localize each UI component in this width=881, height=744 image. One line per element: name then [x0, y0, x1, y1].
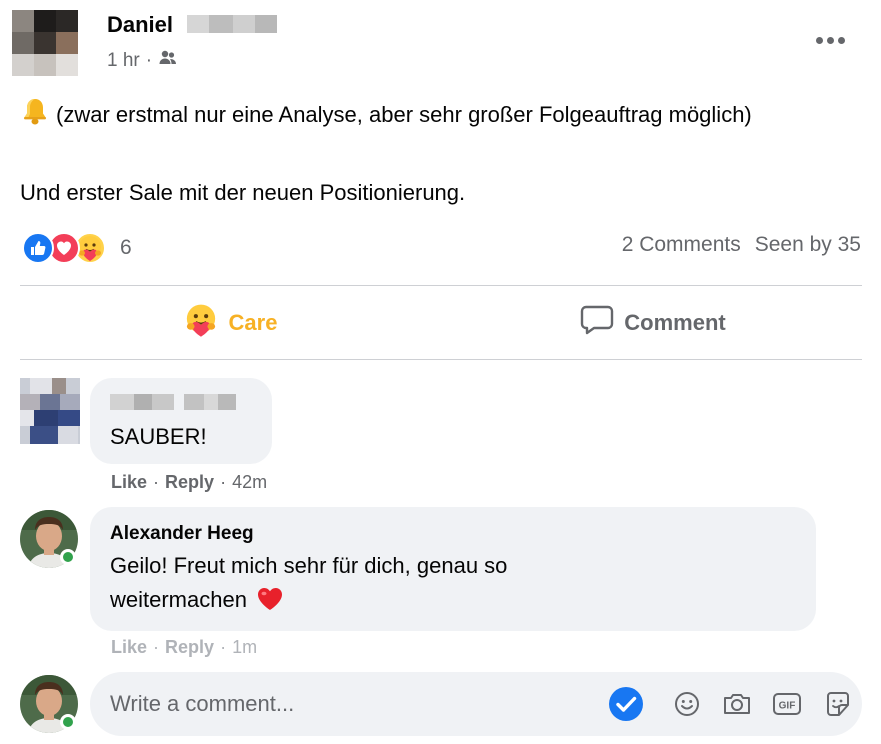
more-options-dot — [826, 36, 834, 44]
care-button[interactable]: Care — [20, 295, 440, 351]
post-text-line2: Und erster Sale mit der neuen Positionie… — [20, 180, 466, 205]
post-text-line1: (zwar erstmal nur eine Analyse, aber seh… — [56, 102, 752, 127]
comment-button[interactable]: Comment — [444, 295, 862, 351]
comment-text: Geilo! Freut mich sehr für dich, genau s… — [110, 549, 650, 621]
post-text: (zwar erstmal nur eine Analyse, aber seh… — [20, 96, 860, 136]
comment-actions: Like · Reply · 42m — [111, 472, 267, 493]
more-options-button[interactable] — [808, 26, 852, 54]
separator: · — [220, 472, 227, 492]
comment-like-button[interactable]: Like — [111, 472, 147, 493]
comment-time[interactable]: 42m — [232, 472, 267, 493]
gif-icon[interactable]: GIF — [772, 691, 802, 717]
author-avatar[interactable] — [12, 10, 78, 76]
emoji-icon[interactable] — [674, 691, 700, 717]
comment-text-content: Geilo! Freut mich sehr für dich, genau s… — [110, 553, 508, 612]
more-options-icon — [815, 36, 823, 44]
comment-author[interactable]: Alexander Heeg — [110, 523, 254, 545]
comment-reply-button[interactable]: Reply — [165, 472, 214, 493]
comment-input[interactable] — [110, 691, 580, 717]
comment-text: SAUBER! — [110, 424, 207, 449]
comment-bubble: Alexander Heeg Geilo! Freut mich sehr fü… — [90, 507, 816, 631]
checkmark-icon[interactable] — [608, 686, 644, 722]
friends-icon[interactable] — [158, 48, 178, 74]
post-author-name[interactable]: Daniel — [107, 12, 278, 39]
meta-separator: · — [145, 50, 153, 71]
care-label: Care — [228, 310, 278, 335]
gif-label: GIF — [779, 701, 796, 712]
more-options-dot — [837, 36, 845, 44]
red-heart-icon — [257, 587, 283, 621]
online-status-dot — [60, 549, 76, 565]
post-meta: 1 hr · — [107, 48, 178, 74]
online-status-dot — [60, 714, 76, 730]
divider-top — [20, 285, 862, 286]
camera-icon[interactable] — [722, 691, 752, 717]
divider-bottom — [20, 359, 862, 360]
reactions-summary[interactable]: 6 — [22, 230, 132, 266]
separator: · — [153, 472, 160, 492]
commenter-avatar[interactable] — [20, 378, 80, 444]
like-reaction-icon — [22, 232, 54, 264]
redacted-surname — [187, 13, 278, 39]
comment-label: Comment — [624, 310, 726, 335]
comment-reply-button[interactable]: Reply — [165, 637, 214, 658]
author-name-text[interactable]: Daniel — [107, 12, 173, 37]
care-icon — [183, 302, 219, 344]
separator: · — [153, 637, 160, 657]
seen-by-link[interactable]: Seen by 35 — [755, 233, 861, 257]
redacted-commenter-name[interactable] — [110, 394, 236, 415]
comments-count-link[interactable]: 2 Comments — [622, 233, 741, 257]
comment-like-button[interactable]: Like — [111, 637, 147, 658]
comment-icon — [580, 305, 614, 341]
separator: · — [220, 637, 227, 657]
reaction-count[interactable]: 6 — [120, 236, 132, 260]
comment-time[interactable]: 1m — [232, 637, 257, 658]
comment-bubble: SAUBER! — [90, 378, 272, 464]
post-time[interactable]: 1 hr — [107, 50, 140, 72]
post-stats: 2 Comments Seen by 35 — [622, 233, 861, 257]
comment-composer: GIF — [90, 672, 862, 736]
comment-actions: Like · Reply · 1m — [111, 637, 257, 658]
sticker-icon[interactable] — [824, 690, 852, 718]
bell-icon — [20, 96, 50, 136]
